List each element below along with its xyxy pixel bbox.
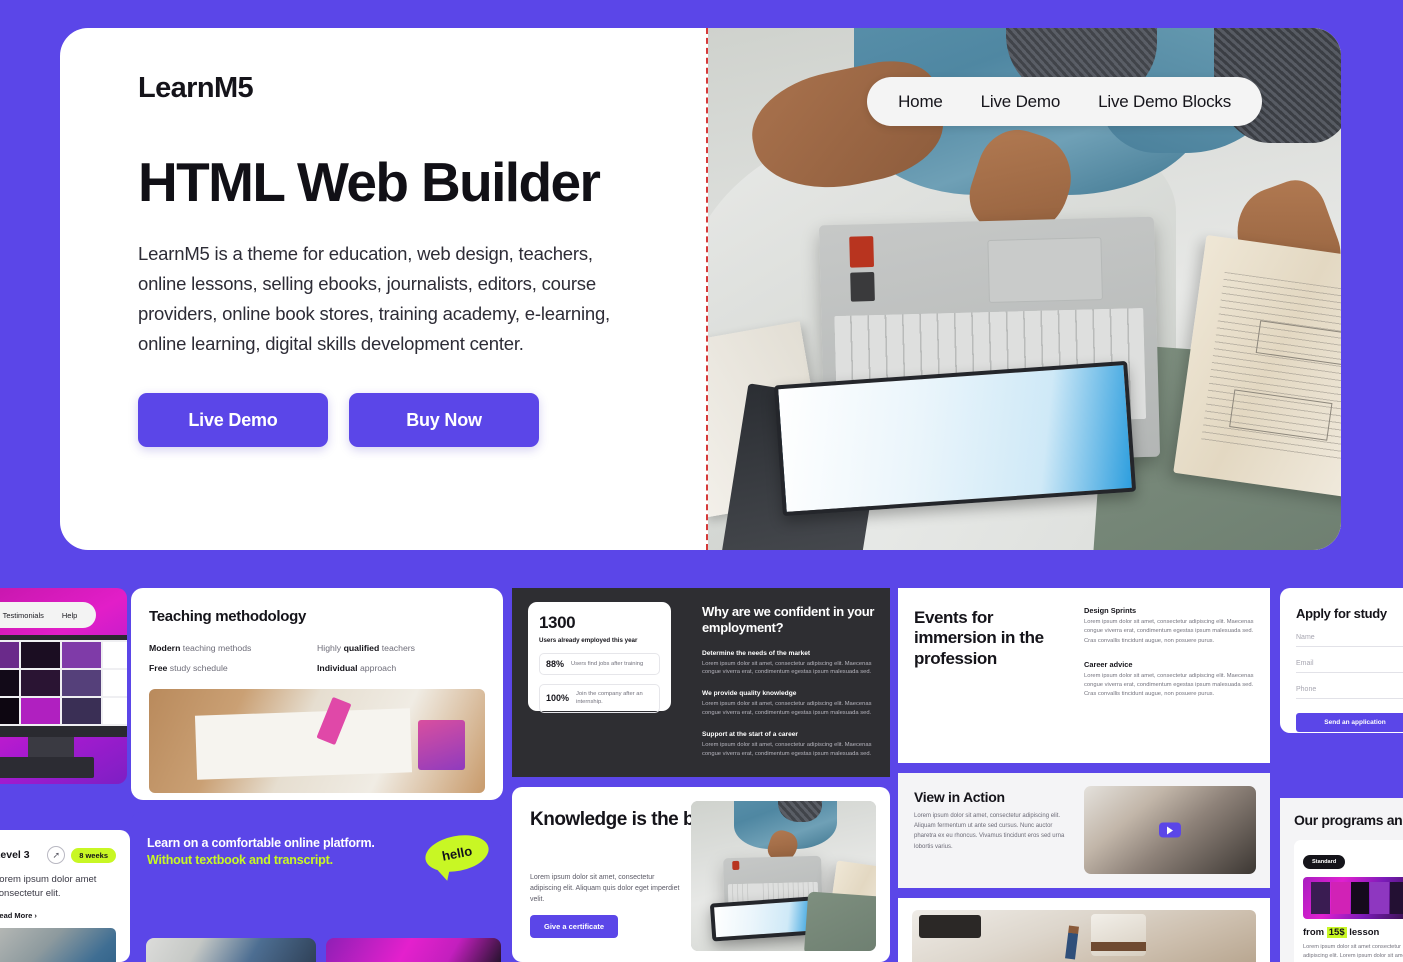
- nav-item-help[interactable]: Help: [53, 611, 86, 620]
- methodology-title: Teaching methodology: [149, 608, 307, 625]
- level-text: Lorem ipsum dolor amet consectetur elit.: [0, 874, 97, 900]
- view-video-thumbnail[interactable]: [1084, 786, 1256, 874]
- gallery-card-desk-photo[interactable]: [898, 898, 1270, 962]
- stat-percent: 88%: [546, 659, 565, 669]
- programs-image: [1303, 877, 1403, 919]
- name-field[interactable]: Name: [1296, 634, 1403, 647]
- employment-block: We provide quality knowledge Lorem ipsum…: [702, 690, 872, 717]
- play-icon[interactable]: [1159, 822, 1181, 838]
- send-application-button[interactable]: Send an application: [1296, 713, 1403, 732]
- stat-row-caption: Join the company after an internship.: [576, 691, 643, 706]
- hero-section: LearnM5 HTML Web Builder LearnM5 is a th…: [60, 28, 1341, 550]
- duration-badge: 8 weeks: [71, 847, 116, 863]
- methodology-image: [149, 689, 485, 793]
- gallery-card-view-in-action[interactable]: View in Action Lorem ipsum dolor sit ame…: [898, 773, 1270, 888]
- gallery-card-apply[interactable]: Apply for study Name Email Phone Send an…: [1280, 588, 1403, 733]
- gallery-card-platform[interactable]: Learn on a comfortable online platform. …: [131, 812, 503, 928]
- compass-icon: ➚: [47, 846, 66, 864]
- email-field[interactable]: Email: [1296, 660, 1403, 673]
- methodology-item: Free study schedule: [149, 663, 228, 673]
- stat-row-caption: Users find jobs after training: [571, 660, 644, 667]
- events-heading: Events for immersion in the profession: [914, 608, 1044, 668]
- programs-body: Lorem ipsum dolor sit amet consectetur a…: [1303, 944, 1403, 962]
- price-value: 15$: [1326, 927, 1347, 938]
- gallery-thumb-study[interactable]: [146, 938, 316, 962]
- hero-actions: Live Demo Buy Now: [138, 393, 706, 448]
- events-block: Design Sprints Lorem ipsum dolor sit ame…: [1084, 606, 1254, 644]
- brand-logo: LearnM5: [138, 72, 254, 104]
- stat-caption: Users already employed this year: [539, 637, 638, 644]
- gallery-thumb-neon[interactable]: [326, 938, 501, 962]
- hero-description: LearnM5 is a theme for education, web de…: [138, 243, 610, 355]
- methodology-item: Highly qualified teachers: [317, 643, 416, 653]
- knowledge-image: [691, 801, 876, 951]
- gallery-card-knowledge[interactable]: Knowledge is the best gift! Lorem ipsum …: [512, 787, 890, 962]
- read-more-link[interactable]: Read More ›: [0, 911, 116, 920]
- employment-block: Support at the start of a career Lorem i…: [702, 731, 872, 758]
- template-gallery: Contacts Testimonials Help Level 3 ➚ 8 w…: [0, 588, 1403, 962]
- level-title: Level 3: [0, 849, 30, 861]
- main-navigation[interactable]: Home Live Demo Live Demo Blocks: [867, 77, 1262, 126]
- gallery-card-contacts[interactable]: Contacts Testimonials Help: [0, 588, 127, 784]
- give-certificate-button[interactable]: Give a certificate: [530, 914, 619, 938]
- programs-price: from 15$ lesson: [1303, 927, 1380, 938]
- methodology-list: Modern teaching methods Highly qualified…: [149, 643, 485, 673]
- employment-block: Determine the needs of the market Lorem …: [702, 649, 872, 676]
- view-body: Lorem ipsum dolor sit amet, consectetur …: [914, 813, 1065, 850]
- thumbnail-navigation[interactable]: Contacts Testimonials Help: [0, 602, 97, 628]
- stat-number: 1300: [539, 613, 576, 632]
- phone-field[interactable]: Phone: [1296, 686, 1403, 699]
- nav-item-home[interactable]: Home: [879, 92, 962, 112]
- knowledge-body: Lorem ipsum dolor sit amet, consectetur …: [530, 874, 680, 904]
- employment-stat-card: 1300 Users already employed this year 88…: [528, 602, 671, 713]
- nav-item-live-demo-blocks[interactable]: Live Demo Blocks: [1079, 92, 1250, 112]
- stat-percent: 100%: [546, 693, 570, 704]
- methodology-item: Modern teaching methods: [149, 643, 252, 653]
- gallery-card-level[interactable]: Level 3 ➚ 8 weeks Lorem ipsum dolor amet…: [0, 830, 130, 962]
- page-root: LearnM5 HTML Web Builder LearnM5 is a th…: [0, 0, 1403, 962]
- standard-badge: Standard: [1303, 855, 1346, 869]
- events-block: Career advice Lorem ipsum dolor sit amet…: [1084, 659, 1254, 698]
- gallery-card-programs[interactable]: Our programs and Standard from 15$ lesso…: [1280, 798, 1403, 962]
- page-title: HTML Web Builder: [138, 151, 601, 213]
- level-image: [0, 927, 116, 962]
- stat-row: 88% Users find jobs after training: [539, 653, 660, 675]
- buy-now-button[interactable]: Buy Now: [349, 393, 539, 448]
- employment-heading: Why are we confident in your employment?: [702, 604, 875, 636]
- hero-content: LearnM5 HTML Web Builder LearnM5 is a th…: [60, 28, 706, 550]
- gallery-card-methodology[interactable]: Teaching methodology Modern teaching met…: [131, 588, 503, 800]
- programs-heading: Our programs and: [1294, 812, 1403, 828]
- stat-row: 100% Join the company after an internshi…: [539, 684, 660, 713]
- gallery-card-events[interactable]: Events for immersion in the profession D…: [898, 588, 1270, 763]
- gallery-card-employment[interactable]: 1300 Users already employed this year 88…: [512, 588, 890, 777]
- nav-item-live-demo[interactable]: Live Demo: [962, 92, 1079, 112]
- live-demo-button[interactable]: Live Demo: [138, 393, 328, 448]
- methodology-item: Individual approach: [317, 663, 397, 673]
- nav-item-testimonials[interactable]: Testimonials: [0, 611, 53, 620]
- apply-title: Apply for study: [1296, 606, 1387, 621]
